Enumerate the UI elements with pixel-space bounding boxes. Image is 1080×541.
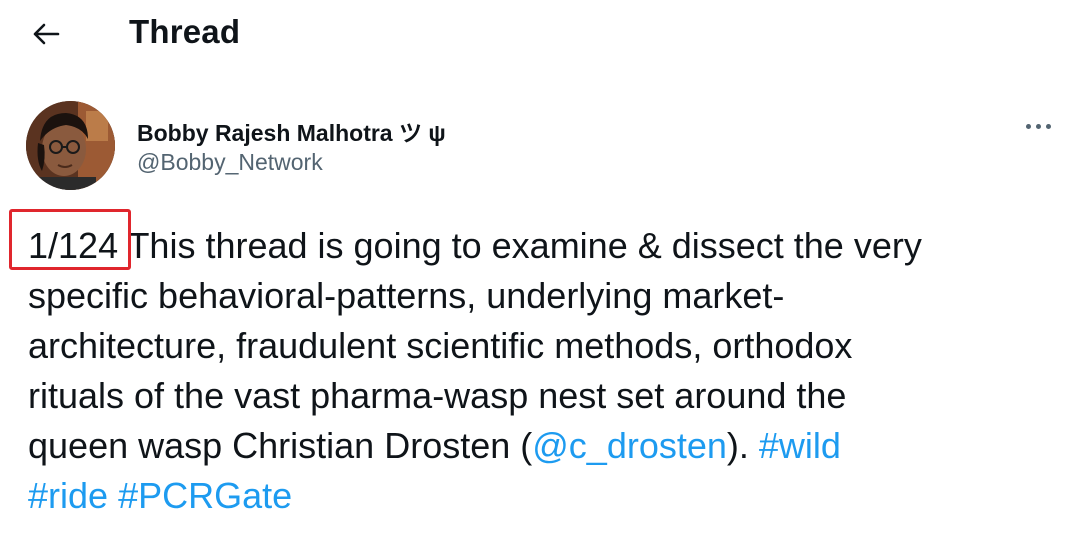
tweet-line-5-text: queen wasp Christian Drosten (: [28, 425, 533, 466]
tweet-line-5: queen wasp Christian Drosten (@c_drosten…: [28, 421, 1068, 471]
tweet-text: 1/124 This thread is going to examine & …: [9, 209, 1068, 521]
tweet-line-6: #ride #PCRGate: [28, 471, 1068, 521]
thread-counter-text: 1/124: [28, 225, 119, 266]
author-display-name[interactable]: Bobby Rajesh Malhotra ツ ψ: [137, 114, 446, 148]
avatar[interactable]: [26, 101, 115, 190]
mention-link[interactable]: @c_drosten: [532, 425, 727, 466]
hashtag-wild-link[interactable]: #wild: [759, 425, 841, 466]
tweet-line-2: specific behavioral-patterns, underlying…: [28, 275, 785, 316]
profile-photo: [26, 101, 115, 190]
back-arrow-icon: [33, 23, 60, 45]
tweet-line-4: rituals of the vast pharma-wasp nest set…: [28, 375, 847, 416]
hashtag-ride-link[interactable]: #ride: [28, 475, 108, 516]
page-title: Thread: [129, 13, 241, 50]
hashtag-space: [108, 475, 118, 516]
author-handle[interactable]: @Bobby_Network: [137, 149, 323, 176]
hashtag-pcrgate-link[interactable]: #PCRGate: [118, 475, 292, 516]
more-options-button[interactable]: [1018, 112, 1058, 142]
thread-header: Thread: [0, 0, 1080, 66]
tweet-line-5-punct: ).: [726, 425, 759, 466]
thread-counter: 1/124: [9, 209, 131, 271]
tweet-line-1-text: This thread is going to examine & dissec…: [118, 225, 922, 266]
back-button[interactable]: [24, 14, 68, 54]
tweet-line-1: 1/124 This thread is going to examine & …: [9, 209, 1068, 271]
tweet-line-3: architecture, fraudulent scientific meth…: [28, 325, 853, 366]
